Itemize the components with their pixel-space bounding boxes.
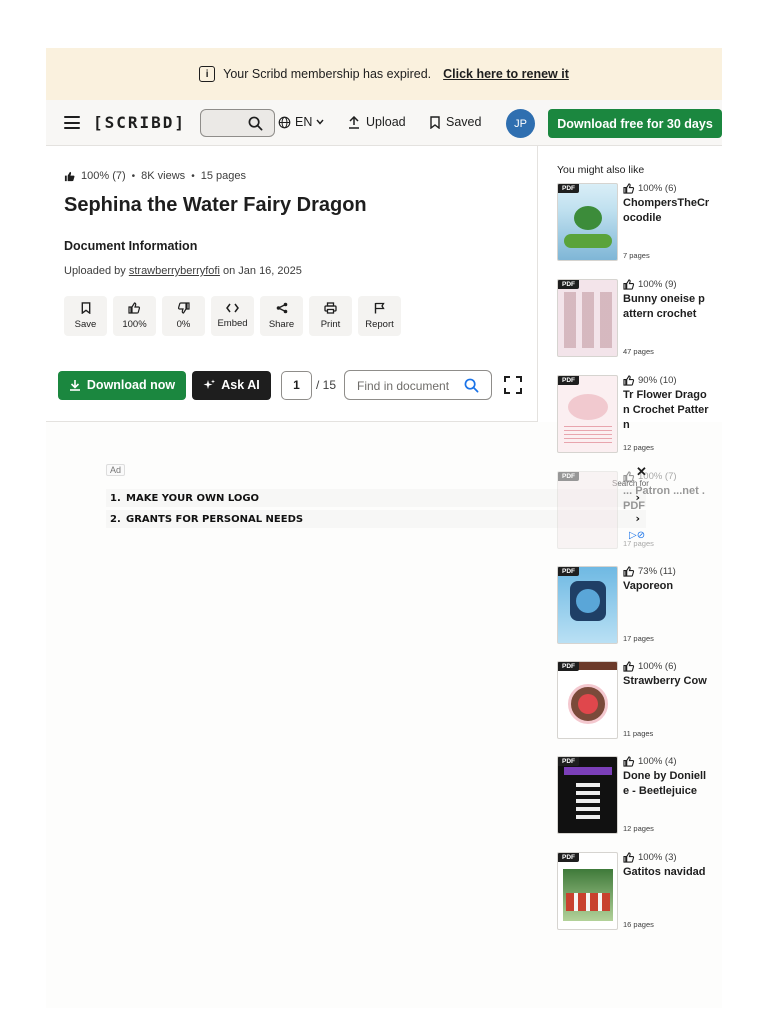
thumbs-up-icon xyxy=(128,302,141,314)
card-pages: 7 pages xyxy=(623,251,650,260)
document-header-panel: 100% (7) • 8K views • 15 pages Sephina t… xyxy=(46,146,538,422)
code-icon xyxy=(226,303,239,313)
banner-message: Your Scribd membership has expired. xyxy=(223,67,432,81)
card-pages: 16 pages xyxy=(623,920,654,929)
share-action-button[interactable]: Share xyxy=(260,296,303,336)
renew-link[interactable]: Click here to renew it xyxy=(443,67,569,81)
document-title: Sephina the Water Fairy Dragon xyxy=(64,194,367,216)
thumbs-up-filled-icon xyxy=(64,171,75,181)
thumbs-up-icon xyxy=(623,566,635,577)
find-in-document-input[interactable]: Find in document xyxy=(344,370,493,400)
card-pages: 12 pages xyxy=(623,443,654,452)
top-navigation: [SCRIBD] EN Upload Saved JP Download fre… xyxy=(46,100,722,146)
thumbs-up-icon xyxy=(623,661,635,672)
card-pages: 47 pages xyxy=(623,347,654,356)
embed-action-button[interactable]: Embed xyxy=(211,296,254,336)
language-selector[interactable]: EN xyxy=(278,115,324,129)
page-number-input[interactable]: 1 xyxy=(281,370,312,400)
search-icon[interactable] xyxy=(464,378,479,393)
document-thumbnail: PDF xyxy=(557,661,618,739)
page-frame: i Your Scribd membership has expired. Cl… xyxy=(46,48,722,1008)
flag-icon xyxy=(374,302,385,314)
document-actions: Save 100% 0% Embed Share Print Report xyxy=(64,296,401,336)
thumbs-up-icon xyxy=(623,471,635,482)
thumbs-up-icon xyxy=(623,279,635,290)
card-title: Strawberry Cow xyxy=(623,675,707,687)
card-pages: 17 pages xyxy=(623,539,654,548)
page-total: / 15 xyxy=(316,378,337,392)
upload-button[interactable]: Upload xyxy=(348,115,406,129)
document-thumbnail: PDF xyxy=(557,852,618,930)
like-action-button[interactable]: 100% xyxy=(113,296,156,336)
search-icon xyxy=(248,116,263,131)
ask-ai-button[interactable]: Ask AI xyxy=(192,370,271,400)
sidebar-title: You might also like xyxy=(557,164,645,176)
thumbs-up-icon xyxy=(623,375,635,386)
card-title: Vaporeon xyxy=(623,580,674,592)
search-button[interactable] xyxy=(200,109,275,137)
document-thumbnail: PDF xyxy=(557,183,618,261)
user-avatar[interactable]: JP xyxy=(506,109,535,138)
download-free-button[interactable]: Download free for 30 days xyxy=(548,109,722,138)
membership-banner: i Your Scribd membership has expired. Cl… xyxy=(46,48,722,100)
printer-icon xyxy=(324,302,337,314)
upload-label: Upload xyxy=(366,115,406,129)
card-pages: 12 pages xyxy=(623,824,654,833)
bookmark-icon xyxy=(81,302,90,314)
saved-button[interactable]: Saved xyxy=(430,115,481,129)
rating-text: 100% (7) xyxy=(81,170,126,182)
report-action-button[interactable]: Report xyxy=(358,296,401,336)
fullscreen-icon[interactable] xyxy=(504,376,523,394)
card-pages: 11 pages xyxy=(623,729,654,738)
sparkle-icon xyxy=(203,379,216,389)
thumbs-up-icon xyxy=(623,183,635,194)
card-title: Done by Donielle - Beetlejuice xyxy=(623,770,707,797)
info-icon: i xyxy=(199,66,216,82)
download-now-button[interactable]: Download now xyxy=(58,370,186,400)
document-info-heading: Document Information xyxy=(64,239,198,253)
thumbs-up-icon xyxy=(623,756,635,767)
saved-label: Saved xyxy=(446,115,482,129)
hamburger-menu-icon[interactable] xyxy=(64,116,80,129)
thumbs-up-icon xyxy=(623,852,635,863)
language-label: EN xyxy=(295,115,313,129)
download-icon xyxy=(69,380,80,391)
card-title: Bunny oneise pattern crochet xyxy=(623,293,705,320)
scribd-logo[interactable]: [SCRIBD] xyxy=(93,113,186,132)
card-pages: 17 pages xyxy=(623,634,654,643)
document-thumbnail: PDF xyxy=(557,375,618,453)
views-text: 8K views xyxy=(141,170,186,182)
ad-label: Ad xyxy=(106,464,126,476)
upload-info: Uploaded by strawberryberryfofi on Jan 1… xyxy=(64,265,302,277)
thumbs-down-icon xyxy=(177,302,190,314)
globe-icon xyxy=(278,116,291,128)
document-thumbnail: PDF xyxy=(557,756,618,834)
upload-icon xyxy=(349,115,359,129)
card-title: ... Patron ...net .PDF xyxy=(623,485,705,512)
card-title: Tr Flower Dragon Crochet Pattern xyxy=(623,389,709,431)
card-title: Gatitos navidad xyxy=(623,866,706,878)
document-thumbnail: PDF xyxy=(557,471,618,549)
uploader-link[interactable]: strawberryberryfofi xyxy=(129,265,220,277)
document-stats: 100% (7) • 8K views • 15 pages xyxy=(64,170,246,182)
find-placeholder: Find in document xyxy=(357,379,450,393)
card-title: ChompersTheCrocodile xyxy=(623,197,710,224)
save-action-button[interactable]: Save xyxy=(64,296,107,336)
bookmark-icon xyxy=(430,115,440,129)
chevron-down-icon xyxy=(316,119,324,125)
pages-text: 15 pages xyxy=(200,170,246,182)
document-thumbnail: PDF xyxy=(557,279,618,357)
dislike-action-button[interactable]: 0% xyxy=(162,296,205,336)
document-thumbnail: PDF xyxy=(557,566,618,644)
document-toolbar: Download now Ask AI 1 / 15 Find in docum… xyxy=(58,370,523,400)
share-icon xyxy=(276,302,287,314)
print-action-button[interactable]: Print xyxy=(309,296,352,336)
